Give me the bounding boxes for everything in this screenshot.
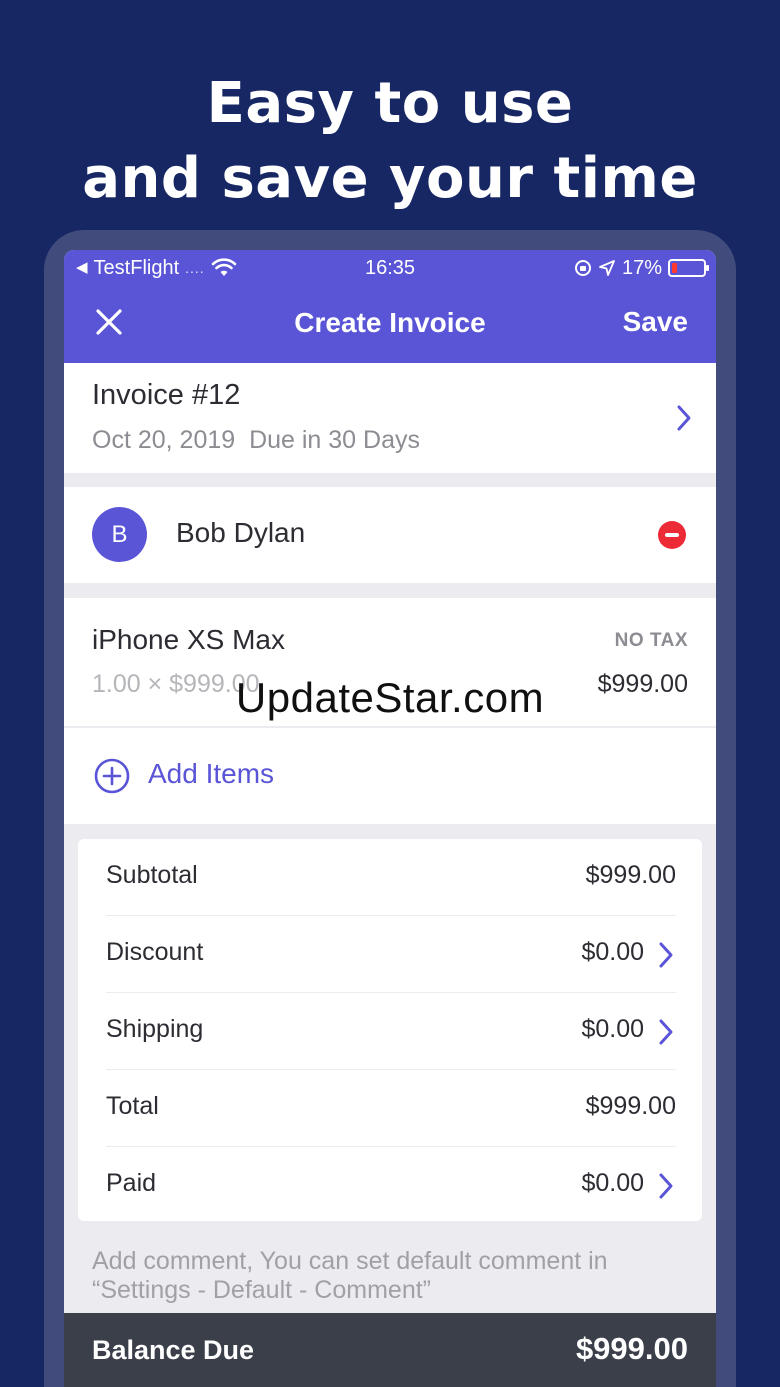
paid-label: Paid	[106, 1169, 157, 1197]
save-button[interactable]: Save	[623, 304, 688, 340]
chevron-right-icon	[659, 1173, 673, 1199]
app-screen: ◀ TestFlight .... 16:35 17% Create Invoi…	[64, 250, 716, 1387]
summary-row-paid[interactable]: Paid $0.00	[106, 1147, 676, 1224]
item-name: iPhone XS Max	[92, 624, 285, 655]
plus-circle-icon	[94, 758, 130, 794]
page-title: Create Invoice	[294, 307, 486, 338]
shipping-label: Shipping	[106, 1015, 204, 1043]
add-items-label: Add Items	[148, 758, 275, 789]
battery-icon	[668, 259, 709, 277]
summary-row-subtotal: Subtotal $999.00	[106, 839, 676, 916]
invoice-dates: Oct 20, 2019 Due in 30 Days	[92, 426, 420, 455]
tax-badge: NO TAX	[614, 630, 688, 651]
total-label: Total	[106, 1092, 159, 1120]
battery-level	[672, 263, 677, 273]
balance-due-label: Balance Due	[92, 1335, 255, 1365]
subtotal-label: Subtotal	[106, 861, 198, 889]
chevron-right-icon	[677, 405, 691, 431]
status-bar-right: 17%	[574, 256, 709, 280]
summary-card: Subtotal $999.00 Discount $0.00 Shipping…	[78, 839, 702, 1221]
client-row[interactable]: B Bob Dylan	[64, 487, 716, 583]
marketing-headline: Easy to use and save your time	[0, 66, 780, 216]
location-icon	[599, 260, 615, 276]
total-value: $999.00	[585, 1092, 676, 1120]
summary-row-total: Total $999.00	[106, 1070, 676, 1147]
comment-field[interactable]: Add comment, You can set default comment…	[92, 1247, 692, 1305]
chevron-right-icon	[659, 1019, 673, 1045]
add-items-button[interactable]: Add Items	[64, 727, 716, 824]
summary-row-shipping[interactable]: Shipping $0.00	[106, 993, 676, 1070]
invoice-number: Invoice #12	[92, 379, 241, 411]
avatar: B	[92, 507, 147, 562]
watermark-text: UpdateStar.com	[235, 674, 545, 721]
battery-percent: 17%	[621, 257, 662, 279]
balance-due-value: $999.00	[575, 1331, 688, 1366]
discount-label: Discount	[106, 938, 204, 966]
invoice-info-row[interactable]: Invoice #12 Oct 20, 2019 Due in 30 Days	[64, 363, 716, 473]
top-bar: ◀ TestFlight .... 16:35 17% Create Invoi…	[64, 250, 716, 363]
remove-client-icon[interactable]	[658, 521, 686, 549]
balance-due-bar: Balance Due $999.00	[64, 1313, 716, 1387]
invoice-due: Due in 30 Days	[249, 426, 420, 454]
shipping-value: $0.00	[581, 1015, 644, 1043]
summary-row-discount[interactable]: Discount $0.00	[106, 916, 676, 993]
client-name: Bob Dylan	[176, 517, 306, 548]
headline-line-1: Easy to use	[206, 71, 574, 136]
paid-value: $0.00	[581, 1169, 644, 1197]
subtotal-value: $999.00	[585, 861, 676, 889]
discount-value: $0.00	[581, 938, 644, 966]
chevron-right-icon	[659, 942, 673, 968]
invoice-date: Oct 20, 2019	[92, 426, 236, 454]
headline-line-2: and save your time	[82, 146, 698, 211]
orientation-lock-icon	[574, 260, 591, 276]
